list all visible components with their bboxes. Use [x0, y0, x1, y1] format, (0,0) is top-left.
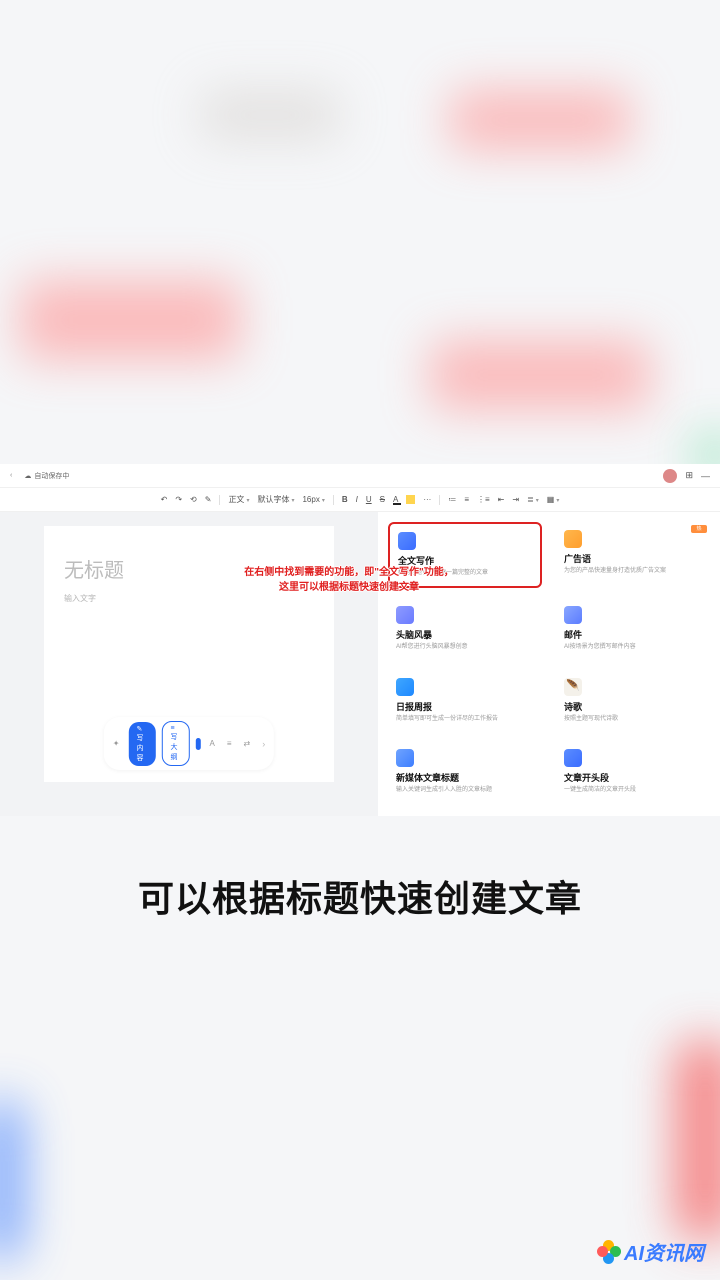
cloud-icon: ☁: [24, 472, 31, 480]
indent-button[interactable]: ⇥: [512, 495, 519, 504]
card-desc: 输入关键词生成引人入胜的文章标题: [396, 787, 534, 795]
template-card-3[interactable]: 邮件 AI按场景为您撰写邮件内容: [556, 598, 710, 660]
apps-icon[interactable]: ⊞: [685, 470, 693, 481]
card-title: 邮件: [564, 628, 702, 641]
subtitle-caption: 可以根据标题快速创建文章: [0, 870, 720, 922]
template-card-8[interactable]: [388, 813, 542, 816]
underline-button[interactable]: U: [366, 495, 372, 504]
card-icon: [564, 678, 582, 696]
next-button[interactable]: ›: [259, 739, 268, 749]
ai-chip-button[interactable]: [196, 738, 201, 750]
card-title: 新媒体文章标题: [396, 771, 534, 784]
document-area: 无标题 输入文字 ✦ ✎ 写内容 ≡ 写大纲 A ≡ ⇄ ›: [0, 512, 378, 816]
bold-button[interactable]: B: [342, 495, 348, 504]
card-title: 日报周报: [396, 700, 534, 713]
card-icon: [398, 532, 416, 550]
editor-toolbar: ↶ ↷ ⟲ ✎ 正文 默认字体 16px B I U S A ··· ≔ ≡ ⋮…: [0, 488, 720, 512]
card-title: 广告语: [564, 552, 702, 565]
card-icon: [396, 606, 414, 624]
card-desc: 简单填写即可生成一份详尽的工作报告: [396, 716, 534, 724]
card-title: 头脑风暴: [396, 628, 534, 641]
card-title: 诗歌: [564, 700, 702, 713]
text-color-button[interactable]: A: [393, 495, 398, 504]
card-icon: [396, 678, 414, 696]
template-card-2[interactable]: 头脑风暴 AI帮您进行头脑风暴想创意: [388, 598, 542, 660]
fontsize-select[interactable]: 16px: [302, 495, 324, 504]
card-icon: [564, 530, 582, 548]
ai-toolbar: ✦ ✎ 写内容 ≡ 写大纲 A ≡ ⇄ ›: [104, 717, 274, 770]
format-painter-button[interactable]: ✎: [205, 495, 212, 504]
autosave-status: ☁ 自动保存中: [24, 471, 69, 481]
strike-button[interactable]: S: [380, 495, 385, 504]
hot-badge: 热: [691, 525, 707, 533]
write-content-button[interactable]: ✎ 写内容: [128, 722, 155, 766]
ai-spark-icon: ✦: [110, 739, 123, 748]
card-icon: [396, 749, 414, 767]
template-card-9[interactable]: [556, 813, 710, 816]
opt-c[interactable]: ⇄: [241, 739, 254, 748]
minimize-icon[interactable]: —: [701, 471, 710, 481]
redo-button[interactable]: ↷: [175, 495, 182, 504]
highlight-color-button[interactable]: [406, 495, 415, 504]
italic-button[interactable]: I: [356, 495, 358, 504]
app-window: ‹ ☁ 自动保存中 ⊞ — ↶ ↷ ⟲ ✎ 正文 默认字体 16px B I U…: [0, 464, 720, 816]
annotation-text: 在右侧中找到需要的功能，即"全文写作"功能， 这里可以根据标题快速创建文章: [234, 565, 464, 595]
card-desc: AI按场景为您撰写邮件内容: [564, 644, 702, 652]
template-card-6[interactable]: 新媒体文章标题输入关键词生成引人入胜的文章标题: [388, 741, 542, 803]
clear-format-button[interactable]: ⟲: [190, 495, 197, 504]
main-area: 无标题 输入文字 ✦ ✎ 写内容 ≡ 写大纲 A ≡ ⇄ › 全文写作根据标题快…: [0, 512, 720, 816]
align-select[interactable]: ≣: [527, 495, 539, 504]
card-desc: 按照主题写现代诗歌: [564, 716, 702, 724]
task-list-button[interactable]: ⋮≡: [477, 495, 490, 504]
write-outline-button[interactable]: ≡ 写大纲: [162, 721, 190, 766]
avatar[interactable]: [663, 469, 677, 483]
insert-table-button[interactable]: ▦: [547, 495, 560, 504]
titlebar: ‹ ☁ 自动保存中 ⊞ —: [0, 464, 720, 488]
bulleted-list-button[interactable]: ≔: [448, 495, 456, 504]
more-format-button[interactable]: ···: [423, 495, 431, 504]
template-card-5[interactable]: 诗歌按照主题写现代诗歌: [556, 670, 710, 732]
ai-templates-panel: 全文写作根据标题快速创建一篇完整的文章热广告语为您的产品快速量身打造优质广告文案…: [378, 512, 720, 816]
card-title: 文章开头段: [564, 771, 702, 784]
template-card-1[interactable]: 热广告语为您的产品快速量身打造优质广告文案: [556, 522, 710, 588]
opt-b[interactable]: ≡: [224, 739, 235, 748]
watermark-text: AI资讯网: [624, 1237, 704, 1266]
outdent-button[interactable]: ⇤: [498, 495, 505, 504]
autosave-label: 自动保存中: [34, 471, 69, 481]
template-card-7[interactable]: 文章开头段一键生成简洁的文章开头段: [556, 741, 710, 803]
back-button[interactable]: ‹: [10, 472, 12, 479]
card-icon: [564, 606, 582, 624]
card-desc: 一键生成简洁的文章开头段: [564, 787, 702, 795]
undo-button[interactable]: ↶: [161, 495, 168, 504]
card-icon: [564, 749, 582, 767]
card-desc: AI帮您进行头脑风暴想创意: [396, 644, 534, 652]
template-card-4[interactable]: 日报周报简单填写即可生成一份详尽的工作报告: [388, 670, 542, 732]
watermark: AI资讯网: [597, 1237, 704, 1266]
numbered-list-button[interactable]: ≡: [464, 495, 469, 504]
watermark-logo-icon: [597, 1240, 621, 1264]
opt-a[interactable]: A: [206, 739, 217, 748]
font-select[interactable]: 默认字体: [257, 494, 294, 505]
paragraph-style-select[interactable]: 正文: [228, 494, 249, 505]
card-desc: 为您的产品快速量身打造优质广告文案: [564, 568, 702, 576]
